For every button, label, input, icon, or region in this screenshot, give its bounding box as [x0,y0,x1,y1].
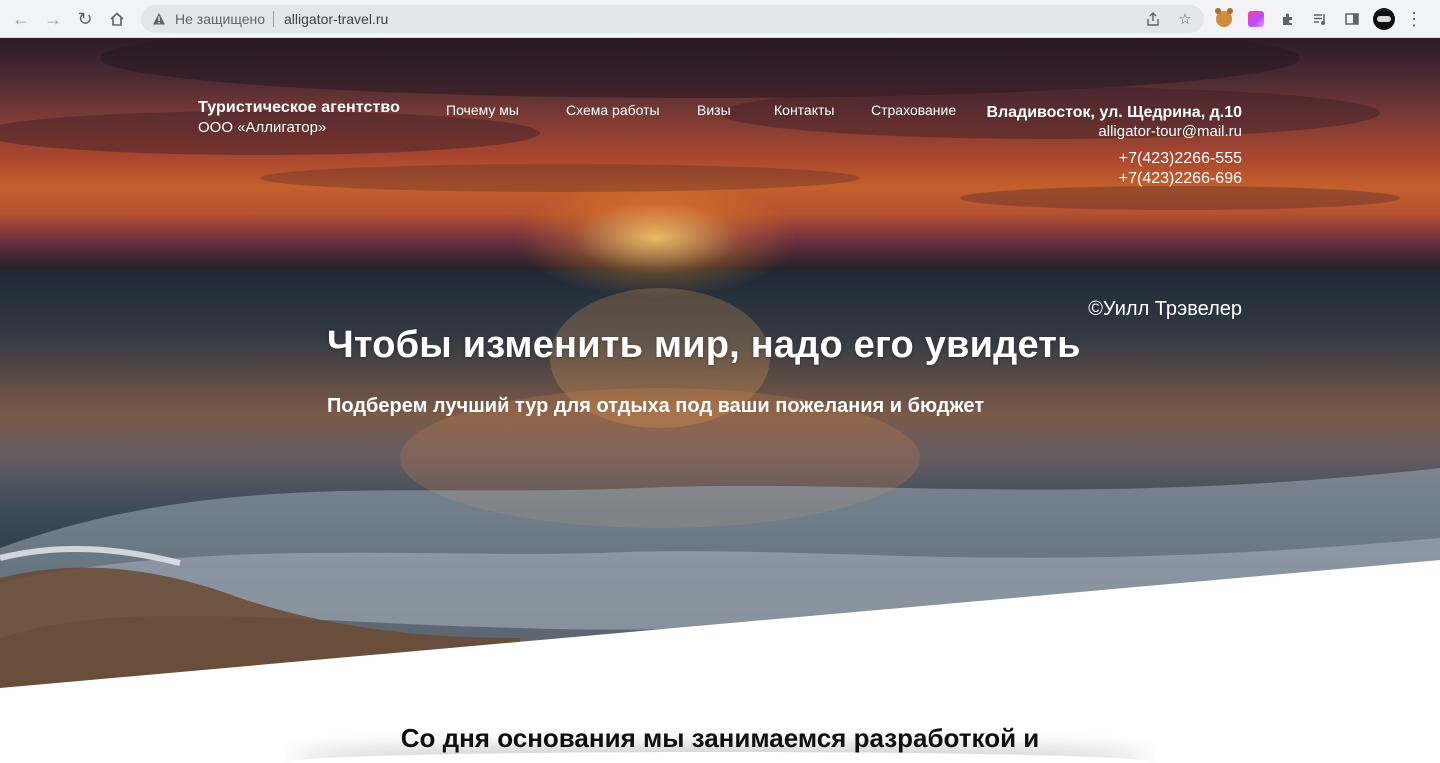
share-icon[interactable] [1142,8,1164,30]
home-icon[interactable] [101,3,133,35]
back-arrow-icon[interactable]: ← [5,3,37,35]
about-section: Со дня основания мы занимаемся разработк… [0,723,1440,754]
brand-subtitle: ООО «Аллигатор» [198,119,327,136]
address-bar[interactable]: Не защищено alligator-travel.ru ☆ [141,5,1204,33]
media-icon[interactable] [1308,7,1332,31]
address: Владивосток, ул. Щедрина, д.10 [986,104,1242,121]
gradient-extension-icon[interactable] [1244,7,1268,31]
nav-link-why-us[interactable]: Почему мы [446,102,519,118]
omnibox-separator [273,11,274,27]
puzzle-icon[interactable] [1276,7,1300,31]
security-label[interactable]: Не защищено [175,11,265,27]
hero-headline: Чтобы изменить мир, надо его увидеть [327,324,1081,366]
brand-block[interactable]: Туристическое агентство ООО «Аллигатор» [198,99,400,136]
phone-1[interactable]: +7(423)2266-555 [986,149,1242,169]
brand-title: Туристическое агентство [198,99,401,116]
nav-link-insurance[interactable]: Страхование [871,102,956,118]
contacts-block: Владивосток, ул. Щедрина, д.10 alligator… [986,104,1242,189]
warning-icon[interactable] [151,11,167,27]
url-text[interactable]: alligator-travel.ru [284,11,388,27]
nav-link-visas[interactable]: Визы [697,102,731,118]
email-link[interactable]: alligator-tour@mail.ru [986,123,1242,140]
about-heading: Со дня основания мы занимаемся разработк… [400,723,1040,753]
star-icon[interactable]: ☆ [1174,8,1196,30]
reload-icon[interactable]: ↻ [69,3,101,35]
side-panel-icon[interactable] [1340,7,1364,31]
profile-icon[interactable] [1372,7,1396,31]
browser-toolbar: ← → ↻ Не защищено alligator-travel.ru ☆ [0,0,1440,38]
kebab-menu-icon[interactable]: ⋮ [1404,9,1424,30]
nav-link-workflow[interactable]: Схема работы [566,102,660,118]
bear-extension-icon[interactable] [1212,7,1236,31]
hero-subline: Подберем лучший тур для отдыха под ваши … [327,395,985,417]
quote-author: ©Уилл Трэвелер [1088,298,1242,320]
phone-2[interactable]: +7(423)2266-696 [986,169,1242,189]
nav-link-contacts[interactable]: Контакты [774,102,834,118]
hero-section: Туристическое агентство ООО «Аллигатор» … [0,38,1440,688]
forward-arrow-icon[interactable]: → [37,3,69,35]
